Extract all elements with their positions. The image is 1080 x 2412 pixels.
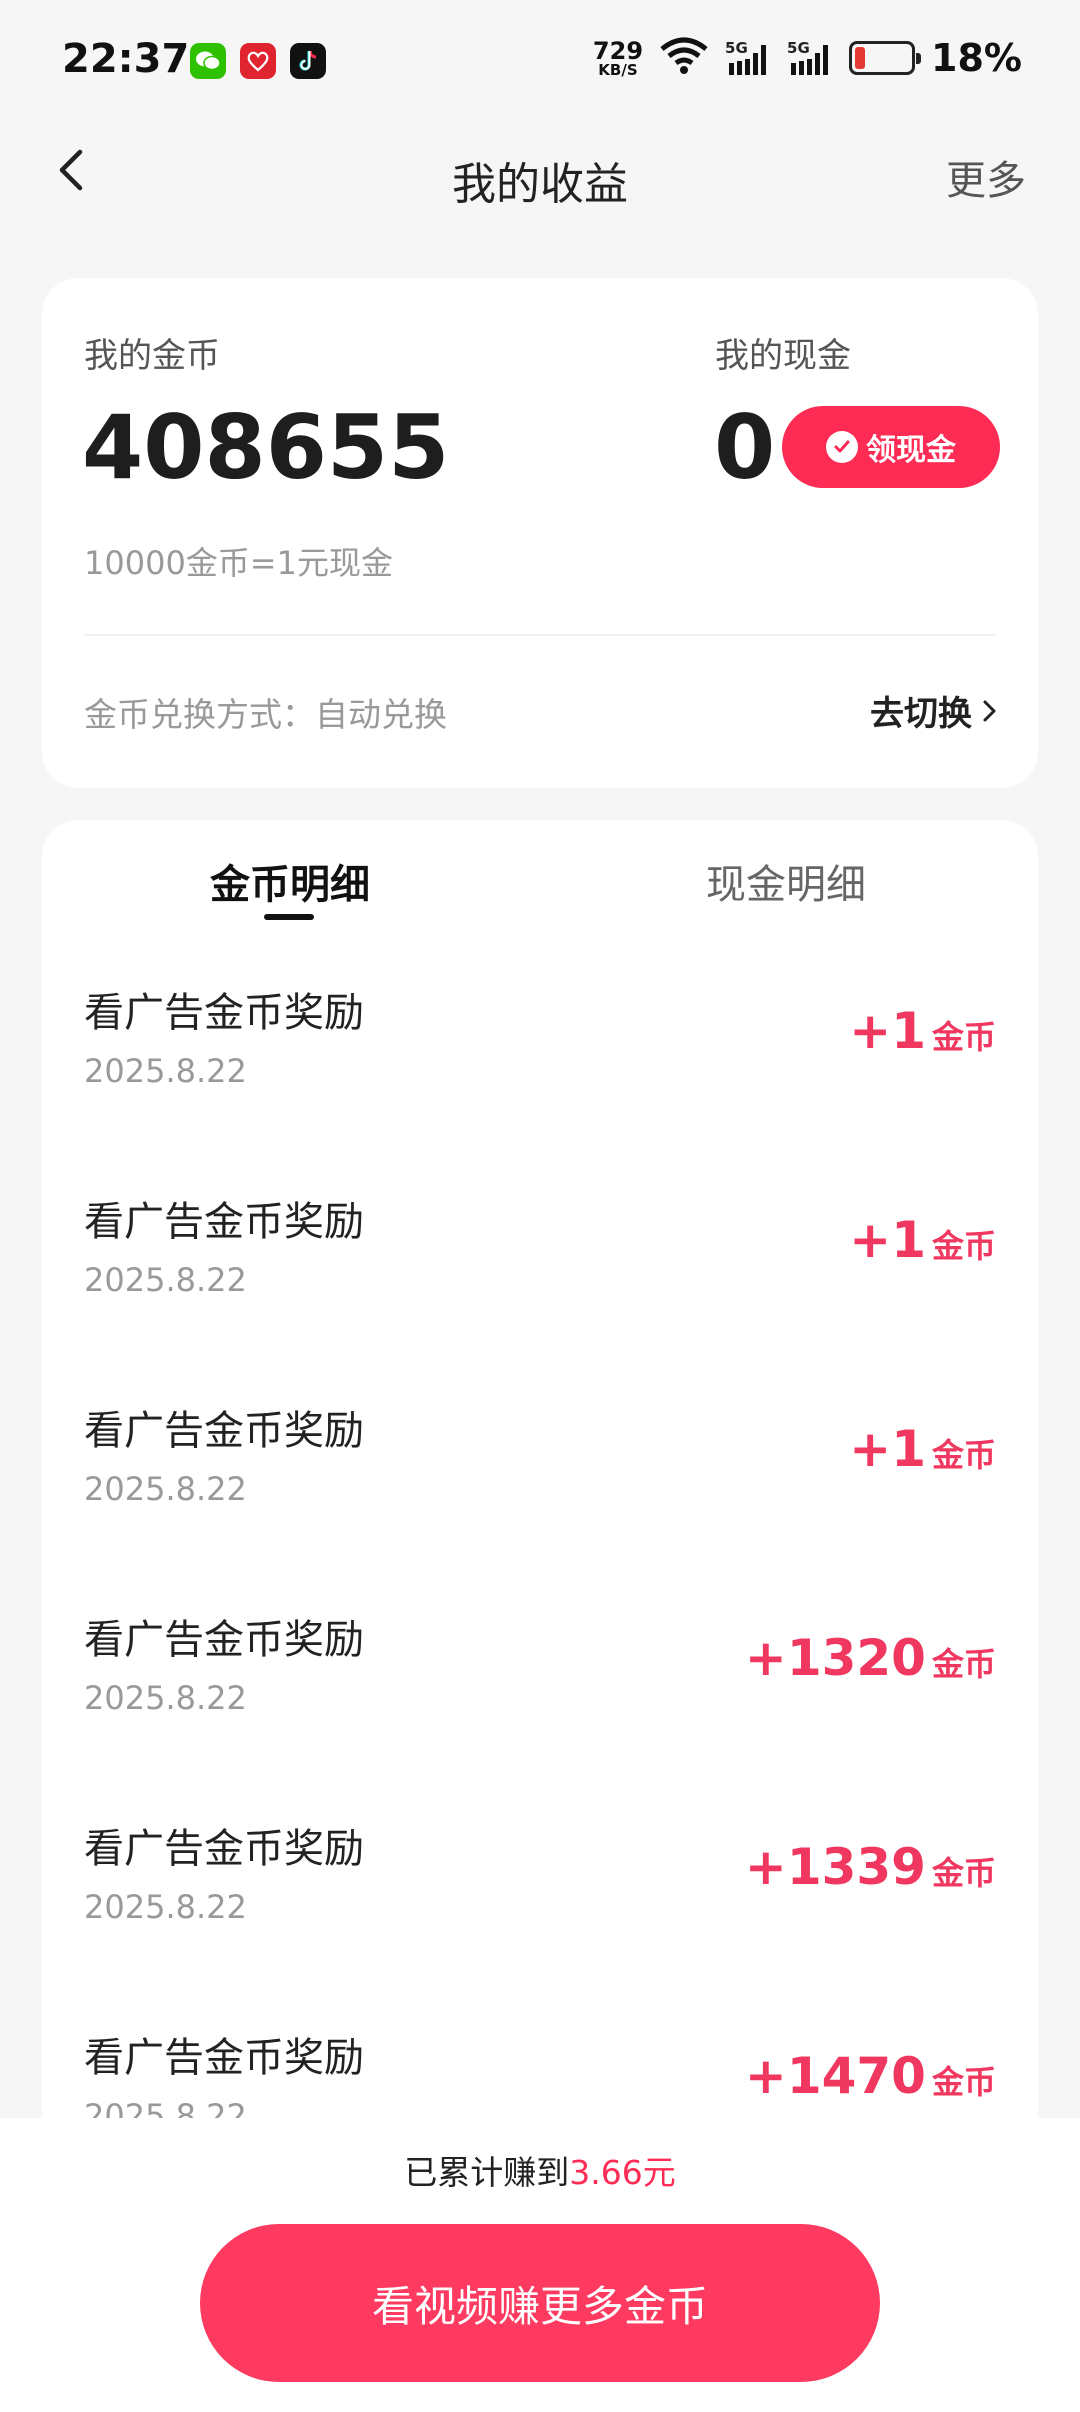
bottom-bar: 已累计赚到3.66元 看视频赚更多金币: [0, 2118, 1080, 2412]
claim-cash-label: 领现金: [866, 433, 956, 468]
record-title: 看广告金币奖励: [84, 1826, 364, 1872]
check-icon: [826, 431, 858, 463]
coin-balance: 408655: [82, 396, 450, 499]
record-date: 2025.8.22: [84, 1888, 247, 1926]
status-time: 22:37: [62, 36, 190, 82]
tab-coin-details[interactable]: 金币明细: [210, 852, 370, 910]
switch-mode-button[interactable]: 去切换: [870, 686, 998, 735]
active-tab-indicator: [264, 914, 314, 920]
list-item: 看广告金币奖励 2025.8.22 +1 金币: [42, 1149, 1038, 1358]
claim-cash-button[interactable]: 领现金: [782, 406, 1000, 488]
cash-label: 我的现金: [715, 336, 851, 376]
cash-balance: 0: [714, 396, 776, 499]
status-indicators: 729 KB/S 5G 5G 18%: [593, 36, 1022, 80]
list-item: 看广告金币奖励 2025.8.22 +1320 金币: [42, 1567, 1038, 1776]
switch-mode-label: 去切换: [870, 694, 972, 734]
nav-header: 我的收益 更多: [0, 120, 1080, 220]
record-date: 2025.8.22: [84, 1261, 247, 1299]
records-card: 金币明细 现金明细 看广告金币奖励 2025.8.22 +1 金币 看广告金币奖励…: [42, 820, 1038, 2120]
chevron-right-icon: [983, 700, 996, 721]
record-amount: +1 金币: [849, 1002, 996, 1060]
battery-icon: [849, 41, 922, 75]
divider: [84, 634, 996, 636]
record-title: 看广告金币奖励: [84, 1617, 364, 1663]
net-speed: 729 KB/S: [592, 36, 644, 79]
exchange-rate-text: 10000金币=1元现金: [84, 544, 393, 582]
record-title: 看广告金币奖励: [84, 990, 364, 1036]
list-item: 看广告金币奖励 2025.8.22 +1470 金币: [42, 1985, 1038, 2120]
record-title: 看广告金币奖励: [84, 1408, 364, 1454]
signal-5g-icon-2: 5G: [787, 39, 833, 77]
record-amount: +1 金币: [849, 1420, 996, 1478]
record-title: 看广告金币奖励: [84, 1199, 364, 1245]
battery-level: [855, 47, 866, 69]
record-date: 2025.8.22: [84, 2097, 247, 2120]
page-title: 我的收益: [452, 159, 628, 210]
status-bar: 22:37 729 KB/S 5G 5G 18%: [0, 0, 1080, 120]
records-tabs: 金币明细 现金明细: [42, 820, 1038, 940]
record-amount: +1470 金币: [744, 2047, 996, 2105]
more-button[interactable]: 更多: [946, 148, 1026, 206]
record-amount: +1339 金币: [744, 1838, 996, 1896]
battery-percent: 18%: [931, 36, 1022, 80]
list-item: 看广告金币奖励 2025.8.22 +1339 金币: [42, 1776, 1038, 1985]
status-app-icons: [190, 43, 326, 79]
record-amount: +1 金币: [849, 1211, 996, 1269]
record-date: 2025.8.22: [84, 1470, 247, 1508]
wechat-icon: [190, 43, 226, 79]
records-list: 看广告金币奖励 2025.8.22 +1 金币 看广告金币奖励 2025.8.22…: [42, 940, 1038, 2120]
exchange-mode-text: 金币兑换方式：自动兑换: [84, 695, 447, 734]
coin-label: 我的金币: [84, 336, 220, 376]
watch-video-button[interactable]: 看视频赚更多金币: [200, 2224, 880, 2382]
list-item: 看广告金币奖励 2025.8.22 +1 金币: [42, 1358, 1038, 1567]
heart-app-icon: [240, 43, 276, 79]
tab-cash-details[interactable]: 现金明细: [706, 852, 866, 910]
record-date: 2025.8.22: [84, 1052, 247, 1090]
list-item: 看广告金币奖励 2025.8.22 +1 金币: [42, 940, 1038, 1149]
total-earned-text: 已累计赚到3.66元: [404, 2153, 676, 2192]
signal-5g-icon: 5G: [725, 39, 771, 77]
earnings-summary-card: 我的金币 408655 我的现金 0 领现金 10000金币=1元现金 金币兑换…: [42, 278, 1038, 788]
record-date: 2025.8.22: [84, 1679, 247, 1717]
tiktok-icon: [290, 43, 326, 79]
total-earned-amount: 3.66元: [569, 2153, 676, 2192]
record-amount: +1320 金币: [744, 1629, 996, 1687]
wifi-icon: [659, 37, 709, 79]
record-title: 看广告金币奖励: [84, 2035, 364, 2081]
